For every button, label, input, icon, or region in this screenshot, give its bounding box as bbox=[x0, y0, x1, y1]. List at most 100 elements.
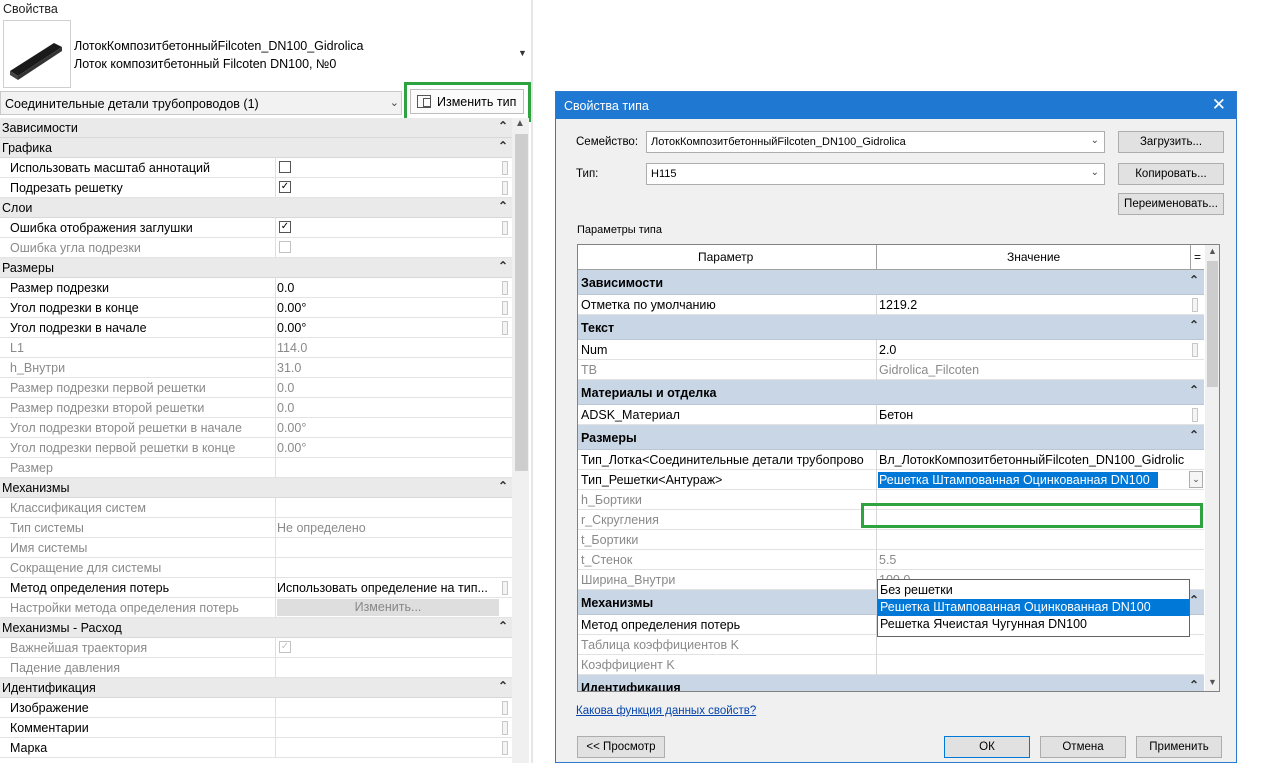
property-row: Подрезать решетку ✓ bbox=[0, 178, 512, 198]
dialog-titlebar[interactable]: Свойства типа ✕ bbox=[556, 92, 1236, 119]
property-value[interactable]: Использовать определение на тип... bbox=[277, 581, 488, 595]
grate-type-dropdown-list: Без решетки Решетка Штампованная Оцинкова… bbox=[877, 579, 1190, 637]
row-handle[interactable] bbox=[502, 181, 508, 195]
property-row: Ошибка отображения заглушки ✓ bbox=[0, 218, 512, 238]
column-header-value[interactable]: Значение bbox=[1007, 250, 1060, 264]
property-name: Изображение bbox=[10, 701, 89, 715]
collapse-chevron-icon[interactable]: ⌃ bbox=[1189, 273, 1199, 287]
edit-loss-settings-button: Изменить... bbox=[277, 599, 499, 616]
dropdown-option[interactable]: Без решетки bbox=[878, 582, 1189, 599]
rename-button[interactable]: Переименовать... bbox=[1118, 193, 1224, 215]
parameter-value[interactable]: Бетон bbox=[879, 408, 1191, 422]
property-checkbox[interactable]: ✓ bbox=[279, 221, 291, 233]
property-checkbox[interactable] bbox=[279, 161, 291, 173]
collapse-chevron-icon[interactable]: ⌃ bbox=[498, 619, 508, 633]
parameter-group-header[interactable]: Материалы и отделка ⌃ bbox=[578, 380, 1204, 405]
type-selector-dropdown-icon[interactable]: ▼ bbox=[518, 48, 527, 58]
scroll-up-icon[interactable]: ▲ bbox=[515, 118, 525, 129]
collapse-chevron-icon[interactable]: ⌃ bbox=[498, 479, 508, 493]
properties-scrollbar[interactable]: ▲ bbox=[512, 118, 529, 763]
property-checkbox[interactable]: ✓ bbox=[279, 181, 291, 193]
chevron-down-icon[interactable]: ⌄ bbox=[1189, 471, 1203, 488]
property-name: L1 bbox=[10, 341, 24, 355]
instance-filter-select[interactable]: Соединительные детали трубопроводов (1) … bbox=[0, 91, 402, 115]
parameter-value: Gidrolica_Filcoten bbox=[879, 363, 980, 377]
panel-splitter[interactable] bbox=[531, 0, 533, 763]
row-handle[interactable] bbox=[502, 701, 508, 715]
collapse-chevron-icon[interactable]: ⌃ bbox=[498, 199, 508, 213]
formula-button[interactable] bbox=[1192, 343, 1198, 357]
collapse-chevron-icon[interactable]: ⌃ bbox=[1189, 318, 1199, 332]
property-group-header[interactable]: Механизмы - Расход ⌃ bbox=[0, 618, 512, 638]
grate-type-select[interactable]: Решетка Штампованная Оцинкованная DN100 bbox=[878, 472, 1158, 488]
row-handle[interactable] bbox=[502, 581, 508, 595]
parameter-group-header[interactable]: Идентификация ⌃ bbox=[578, 675, 1204, 691]
grid-scrollbar[interactable]: ▲ ▼ bbox=[1205, 245, 1219, 691]
collapse-chevron-icon[interactable]: ⌃ bbox=[498, 679, 508, 693]
property-row: Угол подрезки первой решетки в конце 0.00… bbox=[0, 438, 512, 458]
property-group-header[interactable]: Размеры ⌃ bbox=[0, 258, 512, 278]
row-handle[interactable] bbox=[502, 301, 508, 315]
collapse-chevron-icon[interactable]: ⌃ bbox=[1189, 428, 1199, 442]
type-combo[interactable]: H115 ⌄ bbox=[646, 163, 1105, 185]
parameter-group-header[interactable]: Зависимости ⌃ bbox=[578, 270, 1204, 295]
formula-button[interactable] bbox=[1192, 408, 1198, 422]
parameter-value[interactable]: 1219.2 bbox=[879, 298, 1191, 312]
apply-button[interactable]: Применить bbox=[1136, 736, 1222, 758]
collapse-chevron-icon[interactable]: ⌃ bbox=[498, 139, 508, 153]
close-icon[interactable]: ✕ bbox=[1212, 95, 1226, 115]
column-header-parameter[interactable]: Параметр bbox=[698, 250, 753, 264]
row-handle[interactable] bbox=[502, 741, 508, 755]
property-value[interactable]: 0.00° bbox=[277, 301, 306, 315]
parameter-group-header[interactable]: Текст ⌃ bbox=[578, 315, 1204, 340]
grid-scrollbar-thumb[interactable] bbox=[1207, 261, 1218, 387]
family-combo[interactable]: ЛотокКомпозитбетонныйFilcoten_DN100_Gidr… bbox=[646, 131, 1105, 153]
property-row: Изображение bbox=[0, 698, 512, 718]
dropdown-option[interactable]: Решетка Ячеистая Чугунная DN100 bbox=[878, 616, 1189, 633]
scrollbar-thumb[interactable] bbox=[515, 134, 528, 471]
parameter-name: Тип_Решетки<Антураж> bbox=[581, 473, 723, 487]
row-handle[interactable] bbox=[502, 321, 508, 335]
property-group-header[interactable]: Механизмы ⌃ bbox=[0, 478, 512, 498]
parameter-value[interactable]: Вл_ЛотокКомпозитбетонныйFilcoten_DN100_G… bbox=[879, 453, 1191, 467]
family-label: Семейство: bbox=[576, 136, 639, 148]
scroll-up-icon[interactable]: ▲ bbox=[1208, 246, 1217, 256]
edit-type-button[interactable]: Изменить тип bbox=[410, 89, 524, 114]
cancel-button[interactable]: Отмена bbox=[1040, 736, 1126, 758]
type-properties-dialog: Свойства типа ✕ Семейство: ЛотокКомпозит… bbox=[555, 91, 1237, 763]
property-value[interactable]: 0.00° bbox=[277, 321, 306, 335]
help-link[interactable]: Какова функция данных свойств? bbox=[576, 705, 756, 717]
parameter-group-header[interactable]: Размеры ⌃ bbox=[578, 425, 1204, 450]
row-handle[interactable] bbox=[502, 221, 508, 235]
property-row: Размер подрезки первой решетки 0.0 bbox=[0, 378, 512, 398]
collapse-chevron-icon[interactable]: ⌃ bbox=[1189, 678, 1199, 691]
load-button[interactable]: Загрузить... bbox=[1118, 131, 1224, 153]
collapse-chevron-icon[interactable]: ⌃ bbox=[498, 259, 508, 273]
collapse-chevron-icon[interactable]: ⌃ bbox=[498, 119, 508, 133]
property-value[interactable]: 0.0 bbox=[277, 281, 294, 295]
collapse-chevron-icon[interactable]: ⌃ bbox=[1189, 593, 1199, 607]
preview-button[interactable]: << Просмотр bbox=[577, 736, 665, 758]
formula-button[interactable] bbox=[1192, 298, 1198, 312]
parameter-name: TB bbox=[581, 363, 597, 377]
property-group-header[interactable]: Слои ⌃ bbox=[0, 198, 512, 218]
type-label: Тип: bbox=[576, 168, 599, 180]
column-header-formula[interactable]: = bbox=[1194, 250, 1201, 264]
row-handle[interactable] bbox=[502, 721, 508, 735]
ok-button[interactable]: ОК bbox=[944, 736, 1030, 758]
collapse-chevron-icon[interactable]: ⌃ bbox=[1189, 383, 1199, 397]
property-group-header[interactable]: Графика ⌃ bbox=[0, 138, 512, 158]
parameter-value[interactable]: 2.0 bbox=[879, 343, 1191, 357]
dropdown-option[interactable]: Решетка Штампованная Оцинкованная DN100 bbox=[878, 599, 1189, 616]
property-row: Падение давления bbox=[0, 658, 512, 678]
scroll-down-icon[interactable]: ▼ bbox=[1208, 677, 1217, 687]
row-handle[interactable] bbox=[502, 281, 508, 295]
family-type-name: Лоток композитбетонный Filcoten DN100, №… bbox=[74, 57, 337, 71]
row-handle[interactable] bbox=[502, 161, 508, 175]
copy-button[interactable]: Копировать... bbox=[1118, 163, 1224, 185]
property-name: Комментарии bbox=[10, 721, 89, 735]
property-row: Важнейшая траектория ✓ bbox=[0, 638, 512, 658]
grate-type-select-value: Решетка Штампованная Оцинкованная DN100 bbox=[879, 473, 1150, 487]
property-group-header[interactable]: Зависимости ⌃ bbox=[0, 118, 512, 138]
property-group-header[interactable]: Идентификация ⌃ bbox=[0, 678, 512, 698]
